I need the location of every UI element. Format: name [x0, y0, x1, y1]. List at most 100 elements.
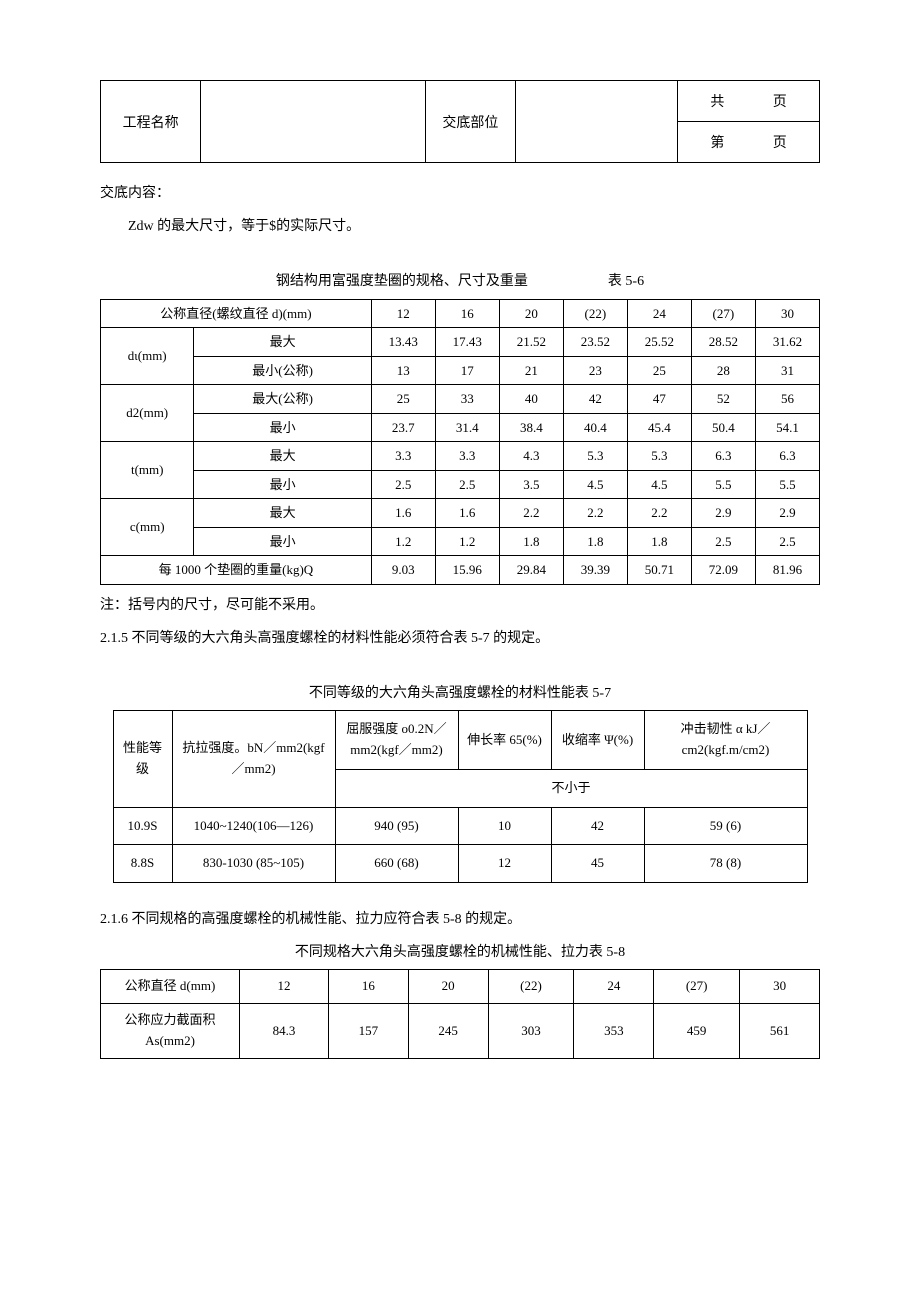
- cell: 17.43: [435, 328, 499, 357]
- cell: 3.3: [435, 442, 499, 471]
- cell: 459: [654, 1004, 740, 1059]
- cell: 1040~1240(106—126): [172, 807, 335, 845]
- t56-sub: 最大(公称): [194, 385, 371, 414]
- t58-col: (22): [488, 970, 574, 1004]
- cell: 28: [691, 356, 755, 385]
- cell: 245: [408, 1004, 488, 1059]
- cell: 1.2: [371, 527, 435, 556]
- table-5-8: 公称直径 d(mm) 12 16 20 (22) 24 (27) 30 公称应力…: [100, 969, 820, 1058]
- t57-h5: 收缩率 Ψ(%): [551, 711, 644, 770]
- cell: 10: [458, 807, 551, 845]
- cell: 23: [563, 356, 627, 385]
- cell: 561: [740, 1004, 820, 1059]
- cell: 50.71: [627, 556, 691, 585]
- cell: 31: [755, 356, 819, 385]
- cell: 25.52: [627, 328, 691, 357]
- t58-col: 30: [740, 970, 820, 1004]
- t56-row-lab: dι(mm): [101, 328, 194, 385]
- table-5-6: 公称直径(螺纹直径 d)(mm) 12 16 20 (22) 24 (27) 3…: [100, 299, 820, 585]
- total-b: 页: [773, 91, 787, 111]
- page-b: 页: [773, 132, 787, 152]
- cell: 353: [574, 1004, 654, 1059]
- note-bracket: 注：括号内的尺寸，尽可能不采用。: [100, 593, 820, 618]
- cell: 45.4: [627, 413, 691, 442]
- cell: 31.62: [755, 328, 819, 357]
- cell: 81.96: [755, 556, 819, 585]
- page-a: 第: [710, 132, 724, 152]
- cell: 5.5: [691, 470, 755, 499]
- cell: 25: [371, 385, 435, 414]
- t56-weight-lab: 每 1000 个垫圈的重量(kg)Q: [101, 556, 372, 585]
- t56-h1: 公称直径(螺纹直径 d)(mm): [101, 299, 372, 328]
- cell: 42: [551, 807, 644, 845]
- t56-col: (27): [691, 299, 755, 328]
- t57-h3: 屈服强度 o0.2N／mm2(kgf／mm2): [335, 711, 458, 770]
- cell: 28.52: [691, 328, 755, 357]
- cell: 72.09: [691, 556, 755, 585]
- t56-col: 12: [371, 299, 435, 328]
- cell: 157: [328, 1004, 408, 1059]
- header-table: 工程名称 交底部位 共 页 第 页: [100, 80, 820, 163]
- cell: 59 (6): [644, 807, 807, 845]
- table-5-7: 性能等级 抗拉强度。bN／mm2(kgf／mm2) 屈服强度 o0.2N／mm2…: [113, 710, 808, 883]
- cell: 12: [458, 845, 551, 883]
- t56-sub: 最小(公称): [194, 356, 371, 385]
- t56-col: 30: [755, 299, 819, 328]
- clause-216: 2.1.6 不同规格的高强度螺栓的机械性能、拉力应符合表 5-8 的规定。: [100, 907, 820, 932]
- cell: 303: [488, 1004, 574, 1059]
- cell: 47: [627, 385, 691, 414]
- t56-sub: 最大: [194, 328, 371, 357]
- t58-title: 不同规格大六角头高强度螺栓的机械性能、拉力表 5-8: [100, 940, 820, 965]
- t56-sub: 最小: [194, 527, 371, 556]
- cell: 78 (8): [644, 845, 807, 883]
- cell: 29.84: [499, 556, 563, 585]
- t58-col: 16: [328, 970, 408, 1004]
- zdw-line: Zdw 的最大尺寸，等于$的实际尺寸。: [100, 214, 820, 239]
- t56-col: 24: [627, 299, 691, 328]
- cell: 40.4: [563, 413, 627, 442]
- cell: 39.39: [563, 556, 627, 585]
- cell: 4.3: [499, 442, 563, 471]
- cell: 33: [435, 385, 499, 414]
- cell: 42: [563, 385, 627, 414]
- t56-row-lab: t(mm): [101, 442, 194, 499]
- clause-215: 2.1.5 不同等级的大六角头高强度螺栓的材料性能必须符合表 5-7 的规定。: [100, 626, 820, 651]
- cell: 2.5: [755, 527, 819, 556]
- t56-col: 16: [435, 299, 499, 328]
- cell: 2.2: [563, 499, 627, 528]
- t58-col: 20: [408, 970, 488, 1004]
- t56-sub: 最小: [194, 413, 371, 442]
- cell: 23.52: [563, 328, 627, 357]
- cell: 23.7: [371, 413, 435, 442]
- cell: 3.3: [371, 442, 435, 471]
- t57-title: 不同等级的大六角头高强度螺栓的材料性能表 5-7: [100, 681, 820, 706]
- cell: 830-1030 (85~105): [172, 845, 335, 883]
- t58-col: 12: [240, 970, 329, 1004]
- cell: 2.9: [755, 499, 819, 528]
- cell: 2.2: [627, 499, 691, 528]
- cell: 21: [499, 356, 563, 385]
- cell: 1.8: [563, 527, 627, 556]
- t57-h6: 冲击韧性 α kJ／cm2(kgf.m/cm2): [644, 711, 807, 770]
- t56-title-right: 表 5-6: [608, 269, 644, 294]
- cell: 21.52: [499, 328, 563, 357]
- cell: 1.2: [435, 527, 499, 556]
- t57-notless: 不小于: [335, 769, 807, 807]
- t56-row-lab: c(mm): [101, 499, 194, 556]
- cell: 1.6: [371, 499, 435, 528]
- cell: 3.5: [499, 470, 563, 499]
- total-a: 共: [710, 91, 724, 111]
- cell: 4.5: [563, 470, 627, 499]
- cell: 660 (68): [335, 845, 458, 883]
- t56-row-lab: d2(mm): [101, 385, 194, 442]
- t56-sub: 最大: [194, 499, 371, 528]
- cell: 25: [627, 356, 691, 385]
- cell: 31.4: [435, 413, 499, 442]
- t57-grade: 10.9S: [113, 807, 172, 845]
- t57-h4: 伸长率 65(%): [458, 711, 551, 770]
- t56-title-left: 钢结构用富强度垫圈的规格、尺寸及重量: [276, 269, 528, 294]
- t56-sub: 最小: [194, 470, 371, 499]
- content-label: 交底内容：: [100, 181, 820, 206]
- t56-sub: 最大: [194, 442, 371, 471]
- page-current: 第 页: [678, 122, 820, 163]
